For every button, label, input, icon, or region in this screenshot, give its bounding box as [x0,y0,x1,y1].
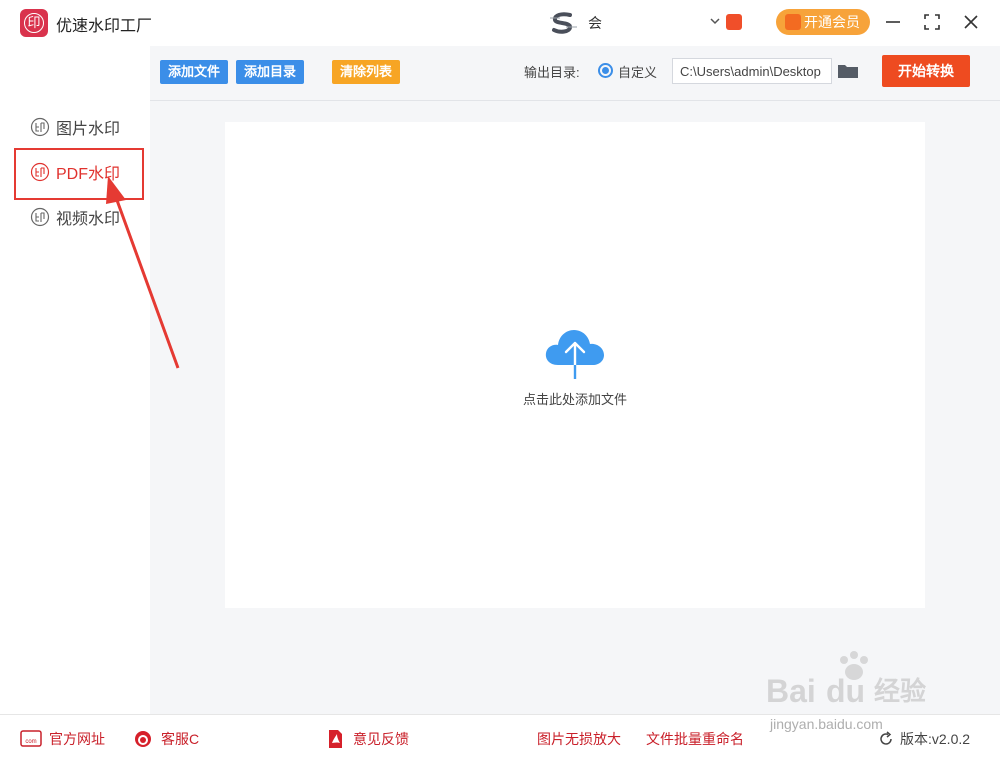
toolbar: 添加文件 添加目录 清除列表 输出目录: 自定义 开始转换 [150,46,1000,101]
output-dir-label: 输出目录: [524,65,580,80]
vip-badge-icon [726,14,742,30]
clear-list-button[interactable]: 清除列表 [332,60,401,84]
website-icon: com [20,730,42,747]
sidebar-item-image-watermark[interactable]: 图片水印 [30,114,120,140]
official-website-link[interactable]: com 官方网址 [20,729,105,749]
main-panel: 添加文件 添加目录 清除列表 输出目录: 自定义 开始转换 点击此处添加文件 [150,46,1000,714]
folder-icon[interactable] [837,62,859,80]
output-path-input[interactable] [672,58,832,84]
user-account-name[interactable]: 会 [588,13,602,33]
customer-service-link[interactable]: 客服C [132,729,199,749]
app-logo-icon: 印 [20,9,48,37]
refresh-icon [880,731,892,745]
watermark-url: jingyan.baidu.com [770,716,883,732]
pdf-feedback-icon [329,730,342,748]
drop-zone-hint: 点击此处添加文件 [522,392,627,407]
stamp-icon [30,117,50,137]
minimize-icon[interactable] [882,11,904,33]
maximize-icon[interactable] [921,11,943,33]
sidebar: 图片水印 PDF水印 视频水印 [0,46,150,714]
app-title: 优速水印工厂 [56,18,153,35]
chevron-down-icon[interactable] [709,13,721,29]
add-directory-button[interactable]: 添加目录 [236,60,305,84]
brand-s-icon [550,12,577,34]
feedback-link[interactable]: 意见反馈 [324,729,409,749]
svg-text:com: com [25,739,36,745]
version-info[interactable]: 版本:v2.0.2 [878,729,970,749]
custom-output-label[interactable]: 自定义 [618,62,657,81]
file-drop-zone[interactable]: 点击此处添加文件 [225,122,925,608]
vip-icon [785,14,801,30]
redacted-area [200,731,292,745]
title-bar: 印 优速水印工厂 会 开通会员 [0,0,1000,46]
headset-icon [135,731,151,747]
close-icon[interactable] [960,11,982,33]
open-vip-button[interactable]: 开通会员 [776,9,870,35]
custom-output-radio[interactable] [598,63,613,78]
lossless-enlarge-link[interactable]: 图片无损放大 [537,729,621,749]
stamp-icon [30,207,50,227]
annotation-arrow [106,176,180,369]
batch-rename-link[interactable]: 文件批量重命名 [646,729,744,749]
cloud-upload-icon[interactable] [544,327,606,381]
add-file-button[interactable]: 添加文件 [160,60,229,84]
start-convert-button[interactable]: 开始转换 [882,55,970,87]
